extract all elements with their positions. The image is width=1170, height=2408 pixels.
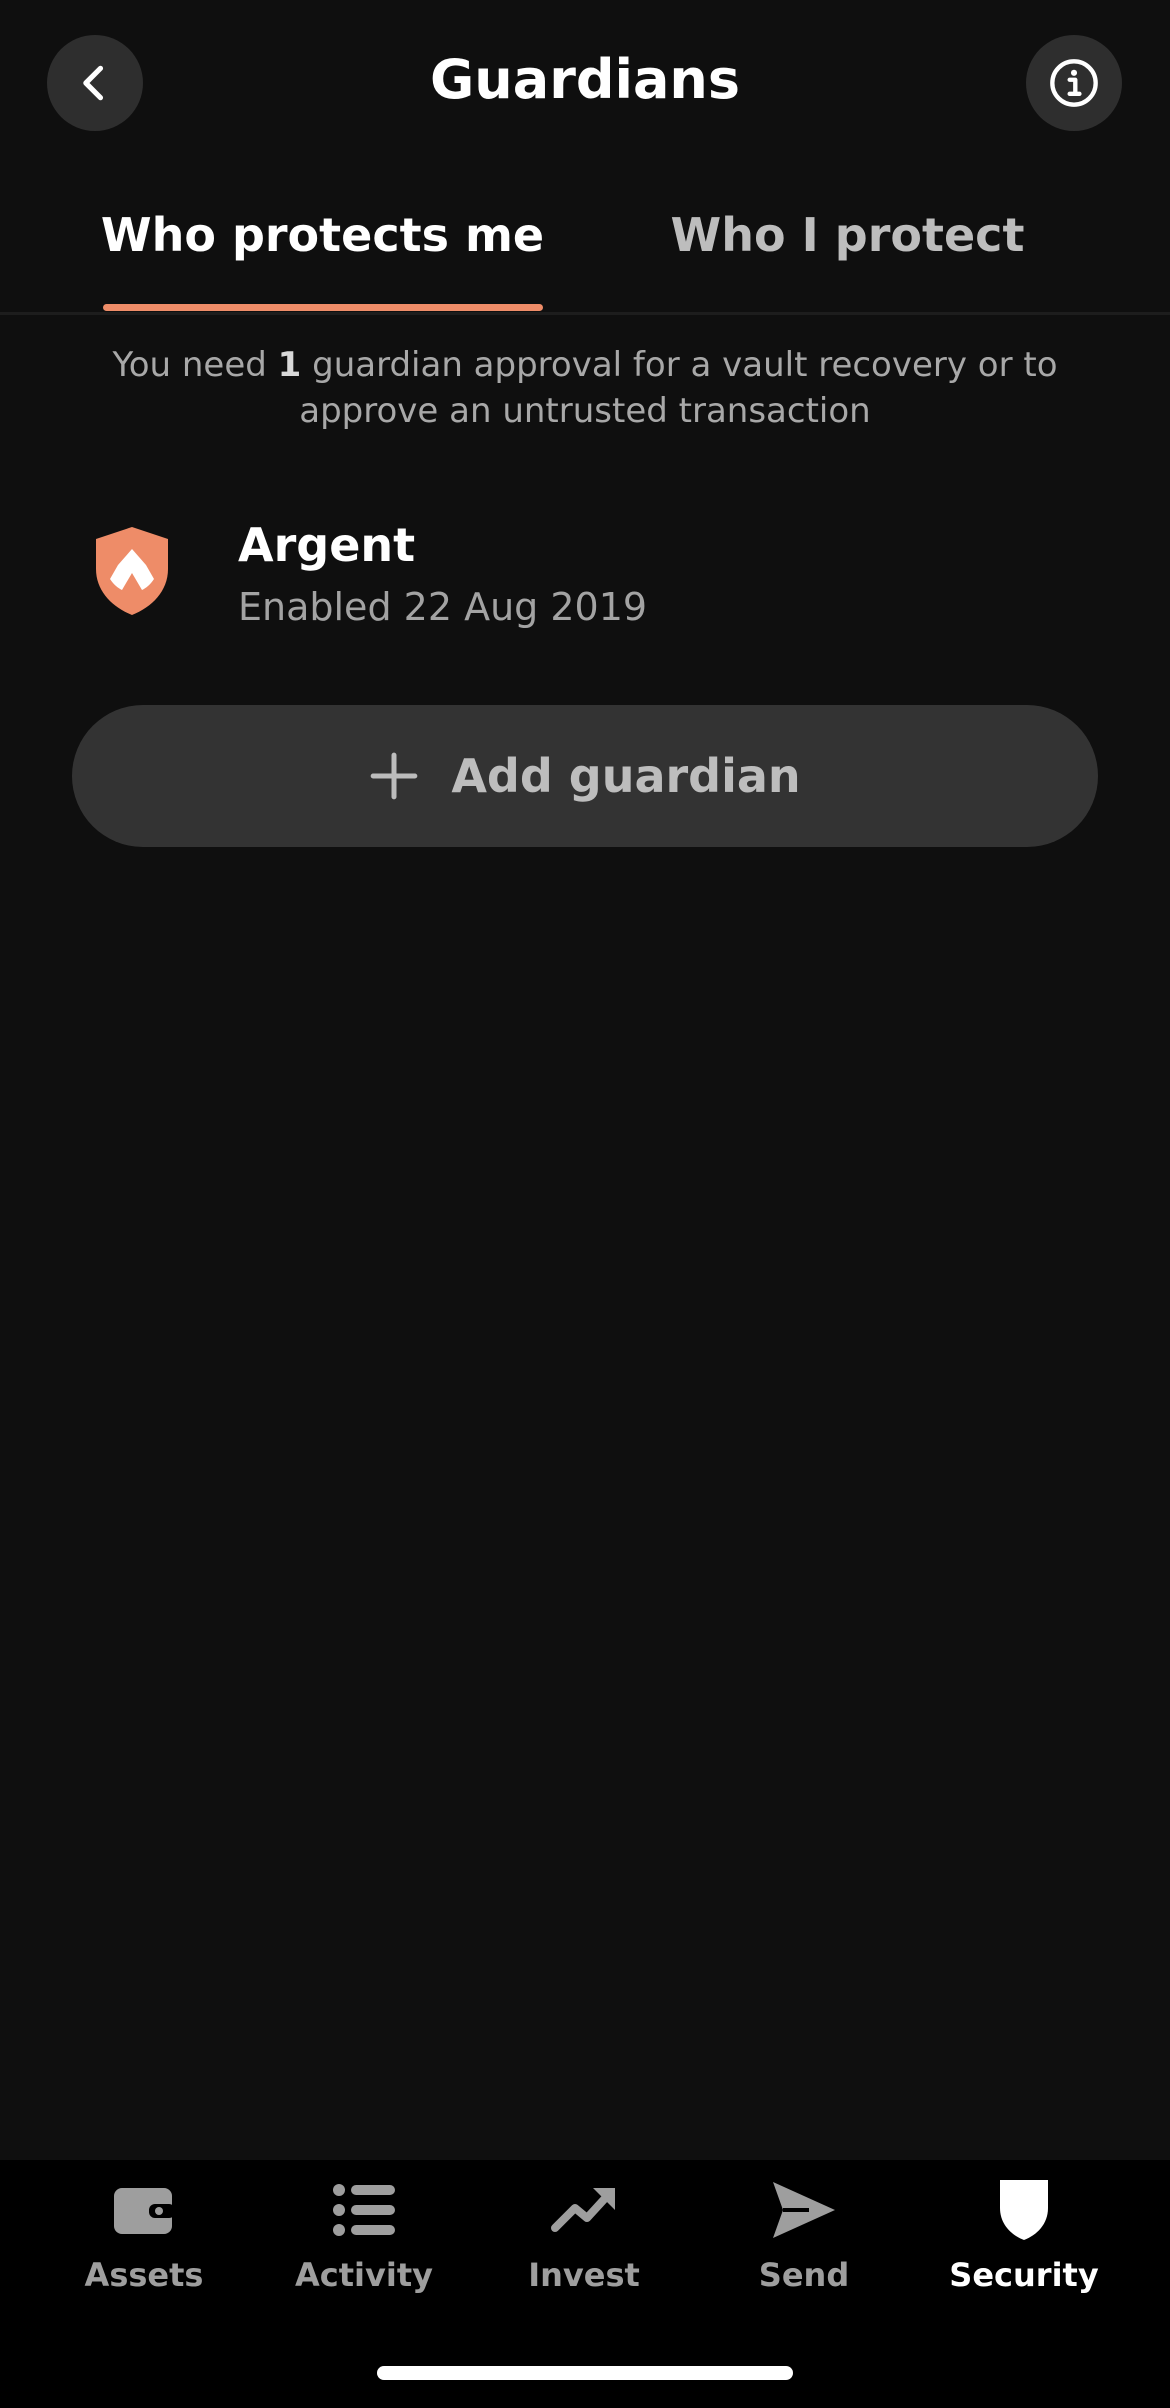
approval-count: 1	[277, 345, 302, 385]
nav-item-assets[interactable]: Assets	[44, 2178, 244, 2318]
nav-label-send: Send	[758, 2256, 850, 2294]
info-icon	[1050, 59, 1098, 107]
header: Guardians	[0, 0, 1170, 160]
guardian-requirement-text: You need 1 guardian approval for a vault…	[110, 342, 1060, 434]
info-prefix: You need	[112, 345, 278, 385]
send-icon	[773, 2182, 835, 2238]
add-guardian-button[interactable]: Add guardian	[72, 705, 1098, 847]
nav-item-security[interactable]: Security	[924, 2178, 1124, 2318]
tab-bar: Who protects me Who I protect	[0, 170, 1170, 315]
nav-label-activity: Activity	[295, 2256, 433, 2294]
nav-item-send[interactable]: Send	[704, 2178, 904, 2318]
nav-item-invest[interactable]: Invest	[484, 2178, 684, 2318]
tab-who-i-protect[interactable]: Who I protect	[640, 200, 1055, 270]
info-button[interactable]	[1026, 35, 1122, 131]
add-guardian-label: Add guardian	[451, 749, 801, 803]
active-tab-indicator	[103, 304, 543, 311]
guardian-name: Argent	[238, 518, 416, 572]
nav-label-invest: Invest	[528, 2256, 640, 2294]
plus-icon	[370, 752, 418, 800]
shield-icon	[1000, 2180, 1048, 2240]
trending-up-icon	[551, 2188, 615, 2232]
argent-shield-icon	[96, 527, 168, 615]
nav-label-security: Security	[949, 2256, 1099, 2294]
guardian-status: Enabled 22 Aug 2019	[238, 585, 648, 629]
home-indicator	[377, 2366, 793, 2380]
page-title: Guardians	[429, 48, 741, 111]
list-icon	[333, 2184, 395, 2236]
info-suffix: guardian approval for a vault recovery o…	[299, 345, 1058, 431]
nav-item-activity[interactable]: Activity	[264, 2178, 464, 2318]
tab-who-protects-me[interactable]: Who protects me	[100, 200, 545, 270]
wallet-icon	[114, 2188, 175, 2234]
guardian-list-item[interactable]: Argent Enabled 22 Aug 2019	[0, 505, 1170, 645]
nav-label-assets: Assets	[84, 2256, 204, 2294]
